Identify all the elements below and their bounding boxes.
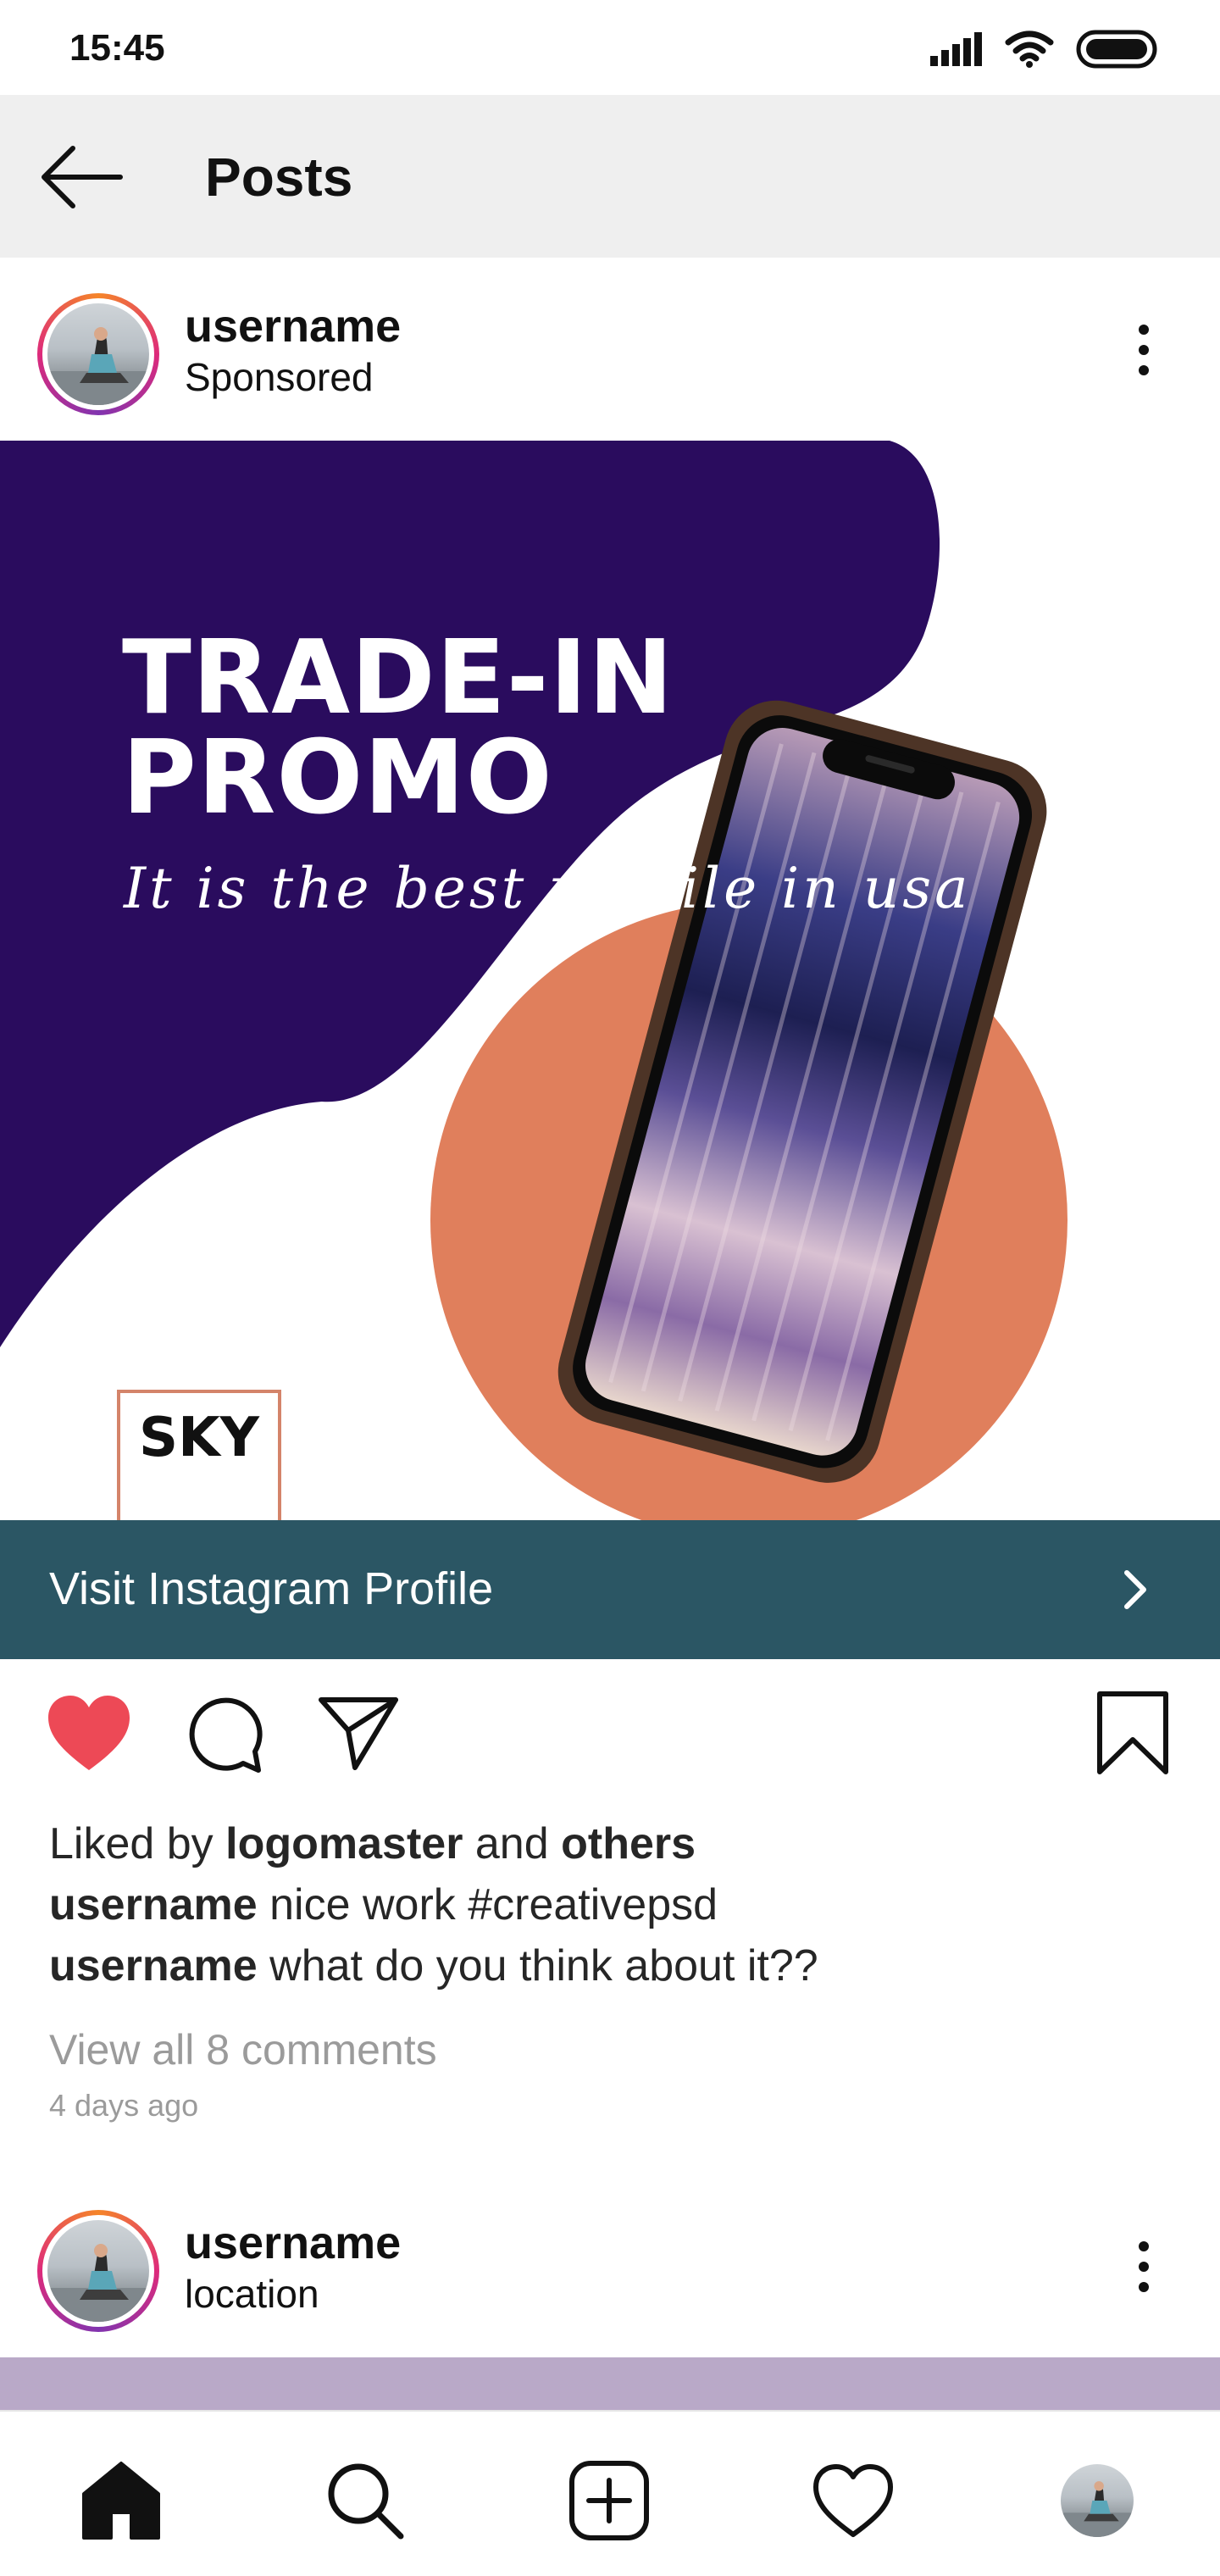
like-button[interactable] (42, 1686, 136, 1779)
avatar[interactable] (37, 293, 159, 415)
more-options-button[interactable] (1118, 312, 1169, 388)
promo-headline-line1: TRADE-IN (122, 619, 674, 737)
caption-username[interactable]: username (49, 1880, 258, 1929)
add-post-icon (569, 2461, 649, 2540)
post-username[interactable]: username (185, 2217, 401, 2269)
wifi-icon (1005, 31, 1054, 68)
post-username[interactable]: username (185, 300, 401, 353)
likes-line: Liked by logomaster and others (49, 1818, 696, 1869)
likes-joiner: and (474, 1819, 549, 1868)
nav-new-post[interactable] (563, 2454, 656, 2547)
caption-text: what do you think about it?? (269, 1941, 818, 1990)
comment-icon (189, 1697, 263, 1773)
post-image[interactable] (0, 2357, 1220, 2410)
more-dot-icon (1139, 2282, 1149, 2292)
post-timestamp: 4 days ago (49, 2088, 199, 2123)
brand-label: SKY (138, 1407, 260, 1469)
search-icon (328, 2463, 404, 2540)
location-label[interactable]: location (185, 2271, 319, 2317)
status-time: 15:45 (69, 27, 165, 69)
nav-profile[interactable] (1051, 2454, 1144, 2547)
liked-by-user[interactable]: logomaster (225, 1819, 463, 1868)
more-dot-icon (1139, 365, 1149, 375)
back-button[interactable] (37, 139, 125, 215)
post-header: username Sponsored (0, 258, 1220, 441)
more-dot-icon (1139, 2262, 1149, 2272)
post-header: username location (0, 2174, 1220, 2357)
bottom-nav (0, 2410, 1220, 2576)
chevron-right-icon (1124, 1570, 1146, 1609)
send-icon (319, 1697, 398, 1770)
more-dot-icon (1139, 345, 1149, 355)
likes-prefix: Liked by (49, 1819, 214, 1868)
home-icon (82, 2462, 160, 2540)
status-icons (930, 27, 1157, 71)
caption-text: nice work #creativepsd (269, 1880, 718, 1929)
caption-line: username nice work #creativepsd (49, 1879, 718, 1930)
avatar[interactable] (37, 2210, 159, 2332)
caption-username[interactable]: username (49, 1941, 258, 1990)
nav-search[interactable] (319, 2454, 412, 2547)
share-button[interactable] (312, 1686, 405, 1779)
save-button[interactable] (1086, 1686, 1179, 1779)
comment-button[interactable] (178, 1686, 271, 1779)
page-title: Posts (205, 147, 353, 208)
profile-avatar (1061, 2464, 1134, 2537)
battery-icon (1076, 30, 1157, 69)
view-comments-link[interactable]: View all 8 comments (49, 2025, 437, 2074)
status-bar: 15:45 (0, 0, 1220, 95)
promo-headline-line2: PROMO (122, 719, 553, 837)
bookmark-icon (1097, 1691, 1168, 1774)
more-dot-icon (1139, 2241, 1149, 2251)
visit-profile-label: Visit Instagram Profile (49, 1563, 494, 1614)
liked-by-others[interactable]: others (561, 1819, 696, 1868)
signal-icon (930, 32, 982, 66)
arrow-left-icon (42, 146, 123, 208)
brand-logo-box: SKY (117, 1390, 281, 1520)
promo-headline: TRADE-IN PROMO (122, 619, 674, 837)
post-image[interactable]: TRADE-IN PROMO It is the best mobile in … (0, 441, 1220, 1520)
activity-heart-icon (813, 2464, 893, 2537)
promo-graphic (0, 441, 1068, 1520)
more-dot-icon (1139, 325, 1149, 335)
nav-home[interactable] (75, 2454, 168, 2547)
heart-filled-icon (48, 1696, 130, 1770)
visit-profile-button[interactable]: Visit Instagram Profile (0, 1520, 1220, 1659)
top-bar: Posts (0, 95, 1220, 258)
promo-tagline: It is the best mobile in usa (124, 856, 972, 921)
sponsored-label: Sponsored (185, 355, 374, 399)
caption-line: username what do you think about it?? (49, 1940, 818, 1991)
nav-activity[interactable] (807, 2454, 900, 2547)
post-actions (0, 1686, 1220, 1788)
more-options-button[interactable] (1118, 2229, 1169, 2305)
